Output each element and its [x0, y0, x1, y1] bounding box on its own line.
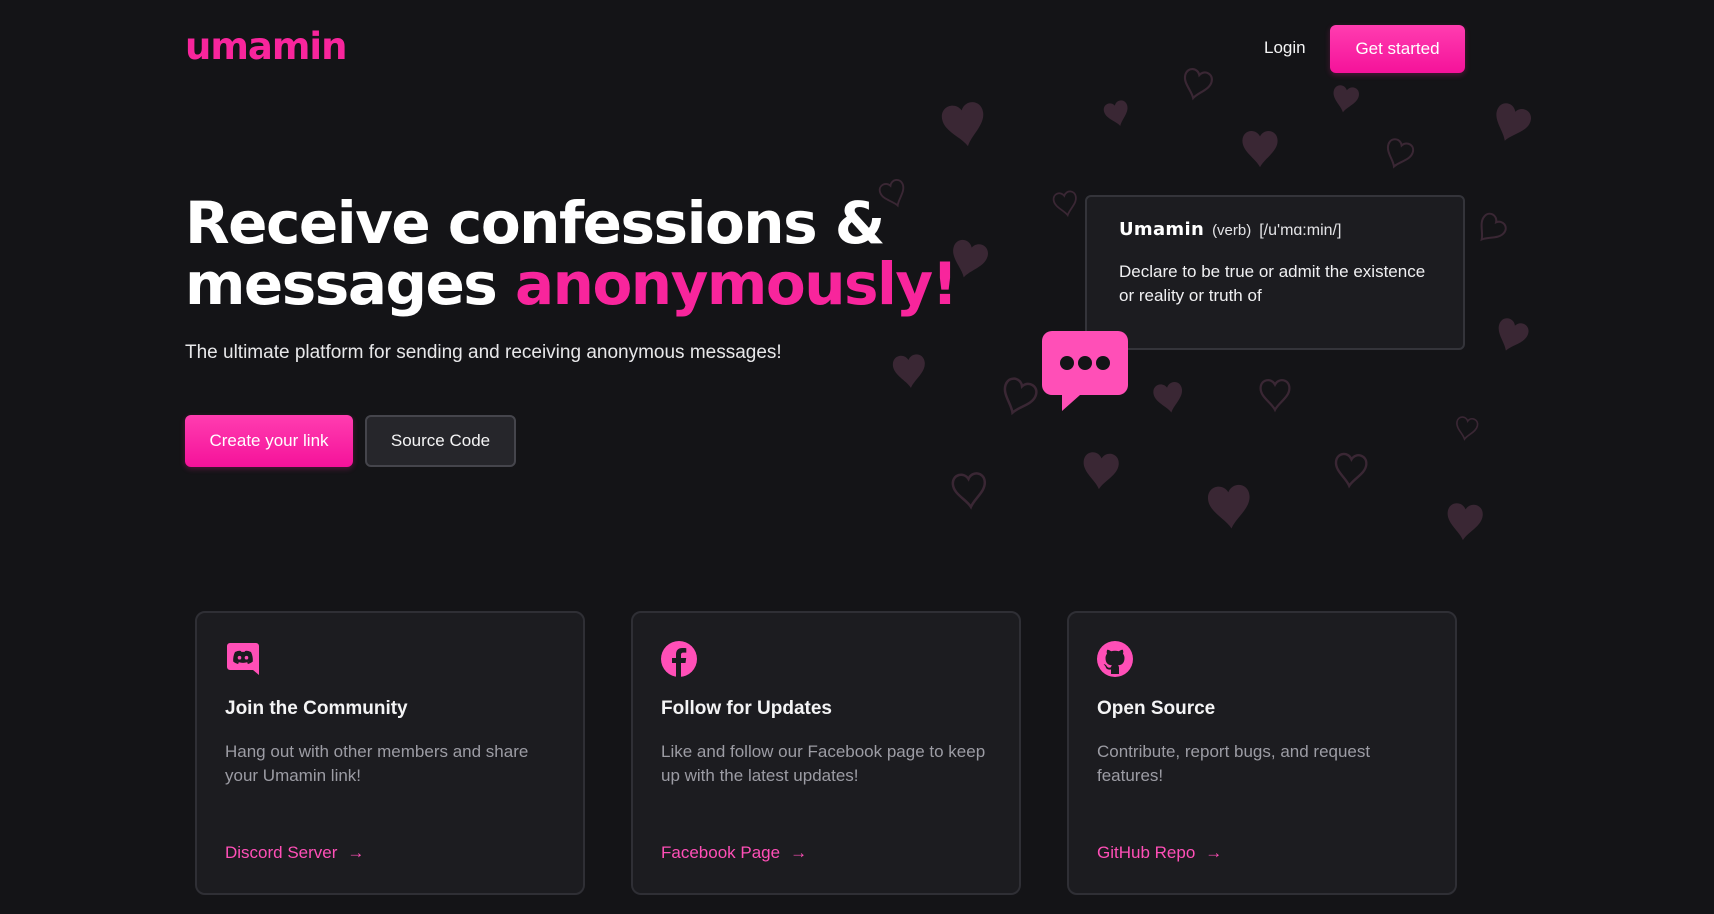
login-link[interactable]: Login: [1264, 38, 1306, 58]
discord-icon: [227, 643, 259, 675]
definition-header: Umamin (verb) [/u'mɑ:min/]: [1119, 219, 1431, 240]
hero-title-accent: anonymously!: [515, 250, 958, 318]
github-repo-link[interactable]: GitHub Repo →: [1097, 843, 1222, 863]
definition-card: Umamin (verb) [/u'mɑ:min/] Declare to be…: [1085, 195, 1465, 350]
hero-title-line1: Receive confessions &: [185, 189, 885, 257]
hero-title: Receive confessions & messages anonymous…: [185, 193, 958, 318]
source-code-button[interactable]: Source Code: [365, 415, 516, 467]
community-card-description: Hang out with other members and share yo…: [225, 742, 529, 785]
open-source-card-description: Contribute, report bugs, and request fea…: [1097, 742, 1371, 785]
get-started-button[interactable]: Get started: [1330, 25, 1465, 73]
arrow-right-icon: →: [347, 843, 365, 862]
definition-meaning: Declare to be true or admit the existenc…: [1119, 262, 1426, 305]
updates-card: Follow for Updates Like and follow our F…: [631, 611, 1021, 895]
discord-server-link[interactable]: Discord Server →: [225, 843, 364, 863]
community-card: Join the Community Hang out with other m…: [195, 611, 585, 895]
open-source-card-title: Open Source: [1097, 698, 1216, 719]
open-source-card: Open Source Contribute, report bugs, and…: [1067, 611, 1457, 895]
definition-part-of-speech: (verb): [1212, 222, 1252, 239]
updates-card-description: Like and follow our Facebook page to kee…: [661, 742, 986, 785]
arrow-right-icon: →: [1205, 843, 1223, 862]
facebook-icon: [661, 641, 697, 677]
hero-title-line2: messages: [185, 250, 516, 318]
create-link-button[interactable]: Create your link: [185, 415, 353, 467]
umamin-logo[interactable]: umamin: [185, 28, 347, 65]
chat-bubble-icon: [1042, 331, 1128, 411]
definition-word: Umamin: [1119, 219, 1205, 240]
definition-phonetic: [/u'mɑ:min/]: [1259, 222, 1342, 239]
github-icon: [1097, 641, 1133, 677]
facebook-page-link-label: Facebook Page: [661, 843, 781, 862]
landing-page: umamin Login Get started Receive confess…: [0, 0, 1714, 914]
arrow-right-icon: →: [790, 843, 808, 862]
github-repo-link-label: GitHub Repo: [1097, 843, 1196, 862]
community-card-title: Join the Community: [225, 698, 408, 719]
hero-subtitle: The ultimate platform for sending and re…: [185, 342, 782, 363]
discord-server-link-label: Discord Server: [225, 843, 338, 862]
updates-card-title: Follow for Updates: [661, 698, 832, 719]
facebook-page-link[interactable]: Facebook Page →: [661, 843, 807, 863]
